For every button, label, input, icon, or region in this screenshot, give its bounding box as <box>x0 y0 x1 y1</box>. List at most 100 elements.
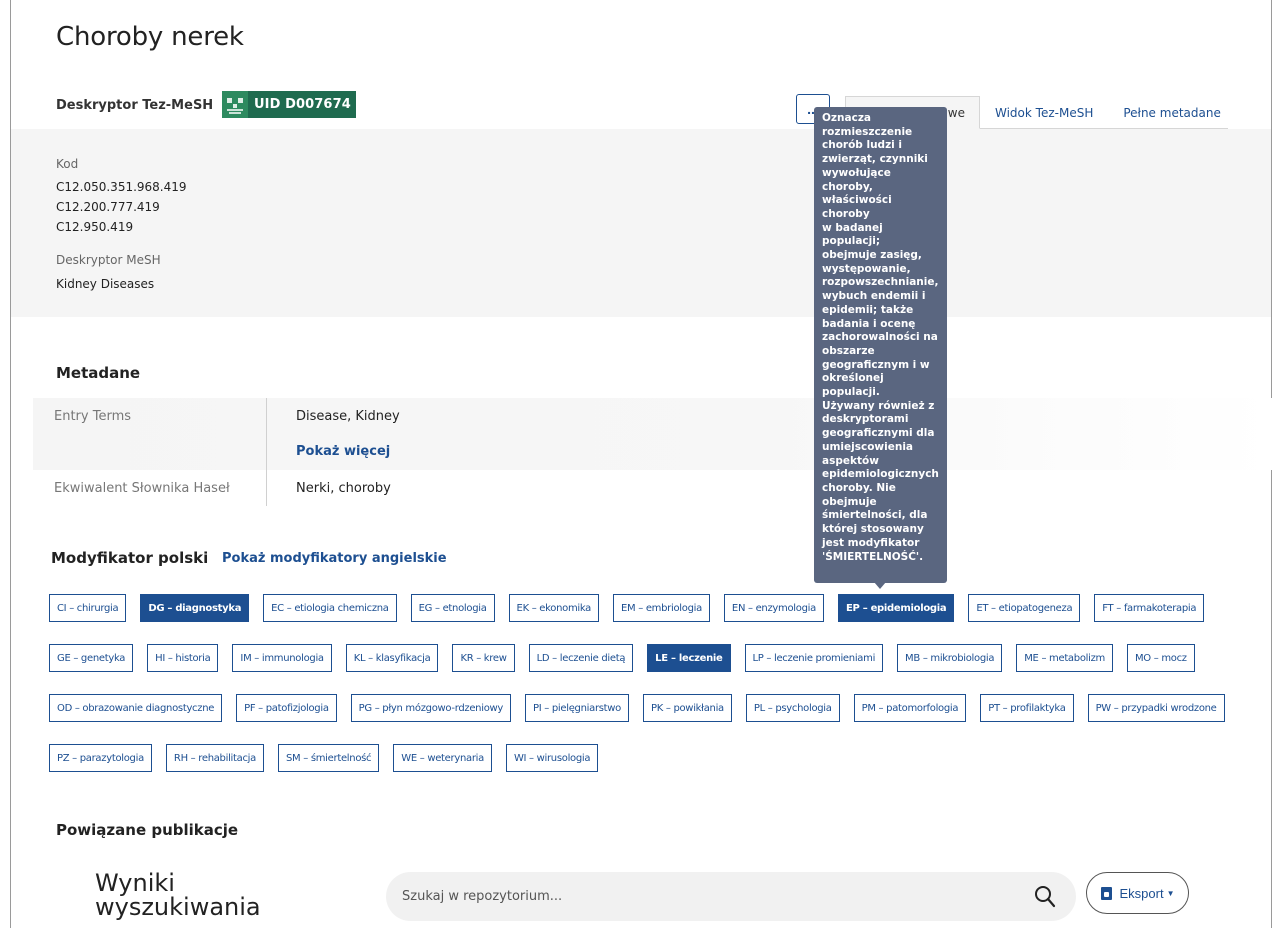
modifier-chip[interactable]: PZ – parazytologia <box>49 744 152 772</box>
modifier-chip[interactable]: OD – obrazowanie diagnostyczne <box>49 694 223 722</box>
tooltip-line: jest modyfikator <box>822 536 920 549</box>
modifier-chip[interactable]: MO – mocz <box>1126 644 1195 672</box>
metadata-row-bg <box>33 398 1273 470</box>
uid-text: UID D007674 <box>254 97 351 112</box>
chip-row: OD – obrazowanie diagnostyczne PF – pato… <box>49 694 1239 722</box>
tooltip-line: zwierząt, czynniki <box>822 153 928 166</box>
modifier-chip[interactable]: MB – mikrobiologia <box>897 644 1003 672</box>
search-icon[interactable] <box>1034 884 1056 908</box>
equivalent-value: Nerki, choroby <box>296 481 391 496</box>
modifier-chip[interactable]: SM – śmiertelność <box>278 744 380 772</box>
page-title: Choroby nerek <box>56 22 244 52</box>
code-label: Kod <box>56 157 79 171</box>
export-button[interactable]: Eksport ▼ <box>1086 872 1189 914</box>
code-value: C12.050.351.968.419 <box>56 180 187 194</box>
modifier-chip[interactable]: ET – etiopatogeneza <box>968 594 1081 622</box>
tooltip-line: choroby, <box>822 180 873 193</box>
modifier-chip[interactable]: KR – krew <box>452 644 515 672</box>
modifier-chip[interactable]: GE – genetyka <box>49 644 134 672</box>
modifier-chip[interactable]: EG – etnologia <box>410 594 495 622</box>
tooltip-line: 'ŚMIERTELNOŚĆ'. <box>822 550 924 563</box>
tooltip-line: obejmuje zasięg, <box>822 249 922 262</box>
tooltip-line: właściwości choroby <box>822 194 892 220</box>
export-label: Eksport <box>1119 885 1164 901</box>
tooltip-line: Używany również z <box>822 399 935 412</box>
results-title-line: wyszukiwania <box>95 893 261 921</box>
tooltip-line: której stosowany <box>822 523 924 536</box>
tooltip-line: geograficznymi dla <box>822 427 935 440</box>
tooltip-line: wybuch endemii i <box>822 290 926 303</box>
modifier-chip[interactable]: FT – farmakoterapia <box>1094 594 1205 622</box>
modifier-chip[interactable]: PT – profilaktyka <box>980 694 1074 722</box>
modifier-chip[interactable]: PW – przypadki wrodzone <box>1087 694 1225 722</box>
modifier-chip[interactable]: EC – etiologia chemiczna <box>263 594 397 622</box>
search-input[interactable] <box>386 889 1006 904</box>
modifier-chip[interactable]: CI – chirurgia <box>49 594 127 622</box>
code-value: C12.200.777.419 <box>56 200 160 214</box>
tooltip-line: obejmuje <box>822 495 877 508</box>
modifier-chip[interactable]: LP – leczenie promieniami <box>744 644 884 672</box>
publications-title: Powiązane publikacje <box>56 821 239 839</box>
modifier-chip[interactable]: LD – leczenie dietą <box>528 644 634 672</box>
modifier-chip[interactable]: WI – wirusologia <box>505 744 599 772</box>
modifier-chip[interactable]: WE – weterynaria <box>393 744 492 772</box>
metadata-title: Metadane <box>56 364 141 382</box>
tooltip-line: występowanie, <box>822 262 911 275</box>
modifier-chip[interactable]: KL – klasyfikacja <box>345 644 439 672</box>
modifier-chip[interactable]: IM – immunologia <box>232 644 332 672</box>
modifier-tooltip: Oznacza rozmieszczenie chorób ludzi i zw… <box>814 107 947 583</box>
tooltip-line: rozmieszczenie <box>822 125 913 138</box>
chip-row: PZ – parazytologia RH – rehabilitacja SM… <box>49 744 612 772</box>
repository-search <box>386 872 1076 921</box>
equivalent-label: Ekwiwalent Słownika Haseł <box>54 481 230 496</box>
modifier-chip[interactable]: HI – historia <box>147 644 219 672</box>
tooltip-line: Oznacza <box>822 112 872 124</box>
modifier-chip-selected[interactable]: DG – diagnostyka <box>140 594 250 622</box>
summary-panel <box>11 129 1271 317</box>
tooltip-line: aspektów <box>822 454 879 467</box>
tooltip-arrow <box>874 582 886 589</box>
modifier-chip[interactable]: ME – metabolizm <box>1016 644 1113 672</box>
mesh-descriptor-label: Deskryptor MeSH <box>56 253 161 267</box>
modifier-chip[interactable]: EN – enzymologia <box>723 594 824 622</box>
uid-badge: UID D007674 <box>222 91 356 118</box>
modifier-chip[interactable]: EM – embriologia <box>613 594 710 622</box>
caret-down-icon: ▼ <box>1166 888 1175 898</box>
modifier-chip[interactable]: PG – płyn mózgowo-rdzeniowy <box>350 694 512 722</box>
tooltip-line: geograficznym i w <box>822 358 930 371</box>
tooltip-line: deskryptorami <box>822 413 909 426</box>
show-english-modifiers-link[interactable]: Pokaż modyfikatory angielskie <box>222 551 447 566</box>
document-icon <box>1100 886 1112 900</box>
modifier-chip[interactable]: PI – pielęgniarstwo <box>525 694 629 722</box>
mesh-logo-icon <box>222 91 248 118</box>
modifier-chip-selected[interactable]: EP – epidemiologia <box>837 594 955 622</box>
tab-tez-mesh-view[interactable]: Widok Tez-MeSH <box>980 96 1108 129</box>
tooltip-line: określonej populacji. <box>822 372 884 399</box>
results-title-line: Wyniki <box>95 869 175 897</box>
entry-terms-label: Entry Terms <box>54 409 132 424</box>
tooltip-line: zachorowalności na <box>822 331 938 344</box>
modifier-chip[interactable]: RH – rehabilitacja <box>165 744 264 772</box>
descriptor-type-label: Deskryptor Tez-MeSH <box>56 98 214 113</box>
tooltip-line: rozpowszechnianie, <box>822 276 939 289</box>
tooltip-line: epidemiologicznych <box>822 468 939 481</box>
search-results-title: Wyniki wyszukiwania <box>95 871 261 919</box>
metadata-divider <box>266 398 267 506</box>
tooltip-line: wywołujące <box>822 166 891 179</box>
tooltip-line: śmiertelności, dla <box>822 509 928 522</box>
modifier-chip-selected[interactable]: LE – leczenie <box>647 644 731 672</box>
tooltip-line: epidemii; także <box>822 303 914 316</box>
tooltip-line: chorób ludzi i <box>822 139 903 152</box>
tooltip-line: umiejscowienia <box>822 440 914 453</box>
modifier-chip[interactable]: PF – patofizjologia <box>236 694 337 722</box>
modifier-chip[interactable]: PL – psychologia <box>745 694 840 722</box>
modifiers-title: Modyfikator polski <box>51 549 209 567</box>
tooltip-line: choroby. Nie <box>822 481 896 494</box>
mesh-descriptor-value: Kidney Diseases <box>56 277 155 291</box>
tab-full-metadata[interactable]: Pełne metadane <box>1108 96 1236 129</box>
modifier-chip[interactable]: PM – patomorfologia <box>853 694 967 722</box>
show-more-link[interactable]: Pokaż więcej <box>296 444 390 459</box>
tab-basic-info-label: we <box>947 105 965 120</box>
modifier-chip[interactable]: EK – ekonomika <box>508 594 600 622</box>
modifier-chip[interactable]: PK – powikłania <box>643 694 732 722</box>
